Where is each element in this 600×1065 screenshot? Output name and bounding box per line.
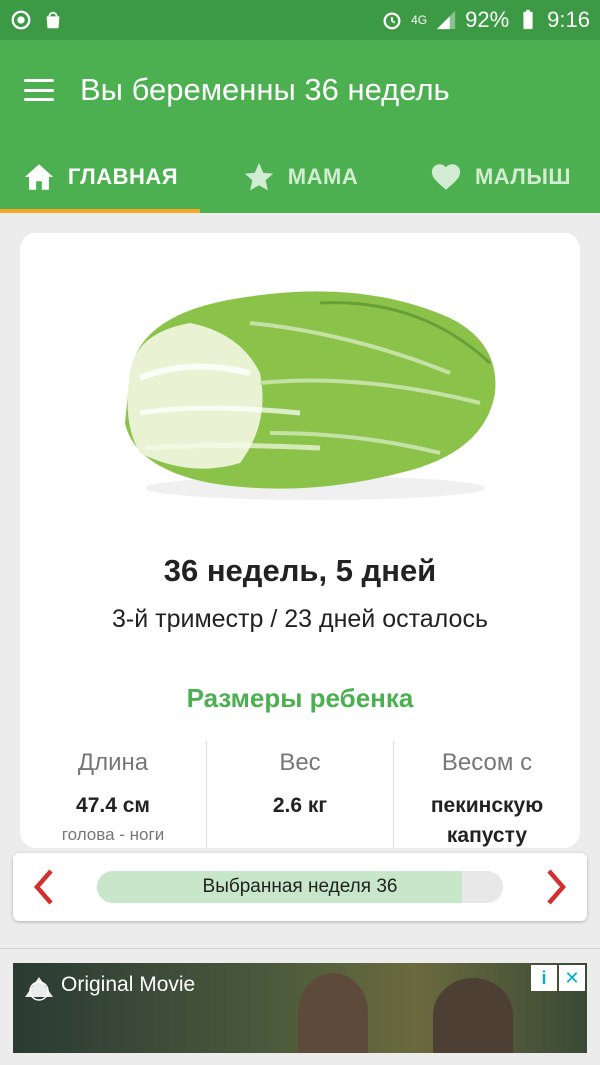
page-title: Вы беременны 36 недель (80, 72, 450, 107)
status-bar: 4G 92% 9:16 (0, 0, 600, 40)
week-selector: Выбранная неделя 36 (13, 853, 587, 921)
cabbage-image (125, 291, 496, 500)
week-progress-bar[interactable]: Выбранная неделя 36 (97, 871, 503, 903)
baby-stats: Длина 47.4 см голова - ноги Вес 2.6 кг В… (20, 741, 580, 848)
ad-controls: i ✕ (531, 965, 585, 991)
week-card: 36 недель, 5 дней 3-й триместр / 23 дней… (20, 233, 580, 848)
previous-week-button[interactable] (13, 853, 73, 921)
selected-week-label: Выбранная неделя 36 (202, 876, 398, 897)
stat-weight: Вес 2.6 кг (207, 741, 394, 848)
tab-label: МАМА (287, 163, 359, 189)
chevron-right-icon (547, 869, 566, 905)
home-icon (24, 163, 54, 190)
ad-banner[interactable]: Original Movie i ✕ (13, 963, 587, 1053)
trimester-info: 3-й триместр / 23 дней осталось (112, 605, 488, 633)
stat-label: Весом с (441, 749, 533, 776)
clock: 9:16 (547, 7, 590, 32)
stat-value: 2.6 кг (272, 794, 328, 817)
next-week-button[interactable] (527, 853, 587, 921)
tab-label: ГЛАВНАЯ (67, 163, 179, 189)
stat-value: пекинскую капусту (430, 794, 544, 847)
app-bar: Вы беременны 36 недель (0, 40, 600, 140)
sync-icon (11, 10, 31, 30)
signal-icon (436, 10, 456, 30)
stat-label: Длина (77, 749, 149, 776)
tab-home[interactable]: ГЛАВНАЯ (0, 140, 200, 213)
paramount-logo-icon (25, 977, 53, 1001)
network-type: 4G (411, 13, 428, 27)
menu-icon[interactable] (24, 79, 54, 101)
stat-size-compare: Весом с пекинскую капусту (394, 741, 580, 848)
ad-person-image (298, 973, 368, 1053)
ad-close-icon[interactable]: ✕ (559, 965, 585, 991)
stat-note: голова - ноги (61, 825, 165, 844)
star-icon (244, 162, 273, 190)
battery-percent: 92% (465, 7, 510, 32)
week-title: 36 недель, 5 дней (163, 553, 437, 588)
alarm-icon (383, 12, 401, 30)
tab-label: МАЛЫШ (474, 163, 572, 189)
chevron-left-icon (34, 869, 53, 905)
tab-baby[interactable]: МАЛЫШ (400, 140, 600, 213)
baby-sizes-heading: Размеры ребенка (186, 683, 414, 713)
battery-icon (523, 9, 533, 30)
heart-icon (431, 163, 461, 190)
ad-text: Original Movie (61, 973, 196, 996)
ad-info-icon[interactable]: i (531, 965, 557, 991)
stat-label: Вес (279, 749, 321, 776)
tab-mom[interactable]: МАМА (200, 140, 400, 213)
stat-length: Длина 47.4 см голова - ноги (20, 741, 207, 848)
ad-person-image (433, 978, 513, 1053)
tab-bar: ГЛАВНАЯ МАМА МАЛЫШ (0, 140, 600, 213)
shopping-bag-icon (46, 11, 60, 29)
divider (0, 948, 600, 949)
stat-value: 47.4 см (76, 794, 150, 817)
